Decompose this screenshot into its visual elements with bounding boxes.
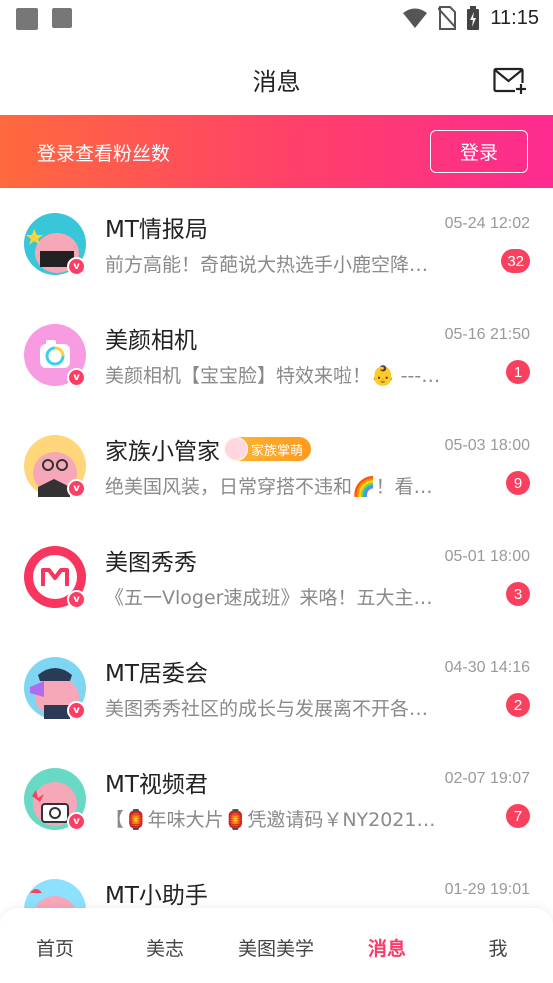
header: 消息 [0,40,553,115]
avatar: v [24,657,86,720]
sender-name: 美颜相机 [105,328,197,354]
unread-count-badge: 32 [501,249,530,273]
verified-badge-icon: v [67,368,86,387]
message-row[interactable]: v MT居委会 04-30 14:16 美图秀秀社区的成长与发展离不开各… 2 [0,632,553,743]
avatar: v [24,213,86,276]
sender-name: MT小助手 [105,883,208,909]
message-row[interactable]: v 美颜相机 05-16 21:50 美颜相机【宝宝脸】特效来啦！👶 ---… … [0,299,553,410]
login-banner: 登录查看粉丝数 登录 [0,115,553,188]
tab-meizhi[interactable]: 美志 [110,934,220,961]
verified-badge-icon: v [67,590,86,609]
message-preview: 美颜相机【宝宝脸】特效来啦！👶 ---… [105,365,441,387]
avatar: v [24,768,86,831]
clock: 11:15 [490,6,539,29]
message-time: 05-16 21:50 [444,326,530,343]
unread-count-badge: 3 [506,582,530,606]
unread-count-badge: 9 [506,471,530,495]
message-row[interactable]: v 家族小管家 家族掌萌 05-03 18:00 绝美国风装，日常穿搭不违和🌈！… [0,410,553,521]
verified-badge-icon: v [67,479,86,498]
status-bar: 11:15 [0,0,553,40]
message-preview: 美图秀秀社区的成长与发展离不开各… [105,698,429,720]
message-preview: 《五一Vloger速成班》来咯！五大主… [105,587,433,609]
avatar: v [24,324,86,387]
banner-text: 登录查看粉丝数 [37,143,171,165]
avatar: v [24,435,86,498]
message-time: 05-01 18:00 [444,548,530,565]
message-time: 05-24 12:02 [444,215,530,232]
notification-icons [16,8,72,30]
sender-name: MT情报局 [105,217,208,243]
verified-badge-icon: v [67,701,86,720]
verified-badge-icon: v [67,812,86,831]
unread-count-badge: 1 [506,360,530,384]
notification-icon [52,8,72,28]
page-title: 消息 [252,68,301,96]
sender-name: 美图秀秀 [105,550,197,576]
battery-charging-icon [467,6,480,30]
message-preview: 绝美国风装，日常穿搭不违和🌈！看… [105,476,433,498]
message-time: 04-30 14:16 [444,659,530,676]
sender-name: MT居委会 [105,661,208,687]
message-row[interactable]: v MT视频君 02-07 19:07 【🏮年味大片🏮凭邀请码￥NY2021… … [0,743,553,854]
message-time: 05-03 18:00 [444,437,530,454]
unread-count-badge: 2 [506,693,530,717]
message-preview: 前方高能！奇葩说大热选手小鹿空降… [105,254,429,276]
tab-home[interactable]: 首页 [0,934,110,961]
message-row[interactable]: v 美图秀秀 05-01 18:00 《五一Vloger速成班》来咯！五大主… … [0,521,553,632]
message-preview: 【🏮年味大片🏮凭邀请码￥NY2021… [105,809,436,831]
notification-icon [16,8,38,30]
bottom-tab-bar: 首页 美志 美图美学 消息 我 [0,908,553,983]
unread-count-badge: 7 [506,804,530,828]
compose-message-icon[interactable] [493,66,527,96]
verified-badge-icon: v [67,257,86,276]
sender-name: 家族小管家 家族掌萌 [105,432,312,466]
message-time: 01-29 19:01 [444,881,530,898]
tab-me[interactable]: 我 [443,934,553,961]
avatar: v [24,546,86,609]
tab-meitu-aesthetics[interactable]: 美图美学 [221,934,331,961]
sender-name: MT视频君 [105,772,208,798]
family-tag-badge: 家族掌萌 [224,437,312,461]
tab-messages[interactable]: 消息 [332,934,442,961]
login-button[interactable]: 登录 [430,130,528,173]
message-row[interactable]: v MT情报局 05-24 12:02 前方高能！奇葩说大热选手小鹿空降… 32 [0,188,553,299]
message-time: 02-07 19:07 [444,770,530,787]
no-sim-icon [438,6,457,30]
mascot-face-icon [224,437,248,461]
wifi-icon [403,8,428,28]
system-icons: 11:15 [402,6,539,30]
